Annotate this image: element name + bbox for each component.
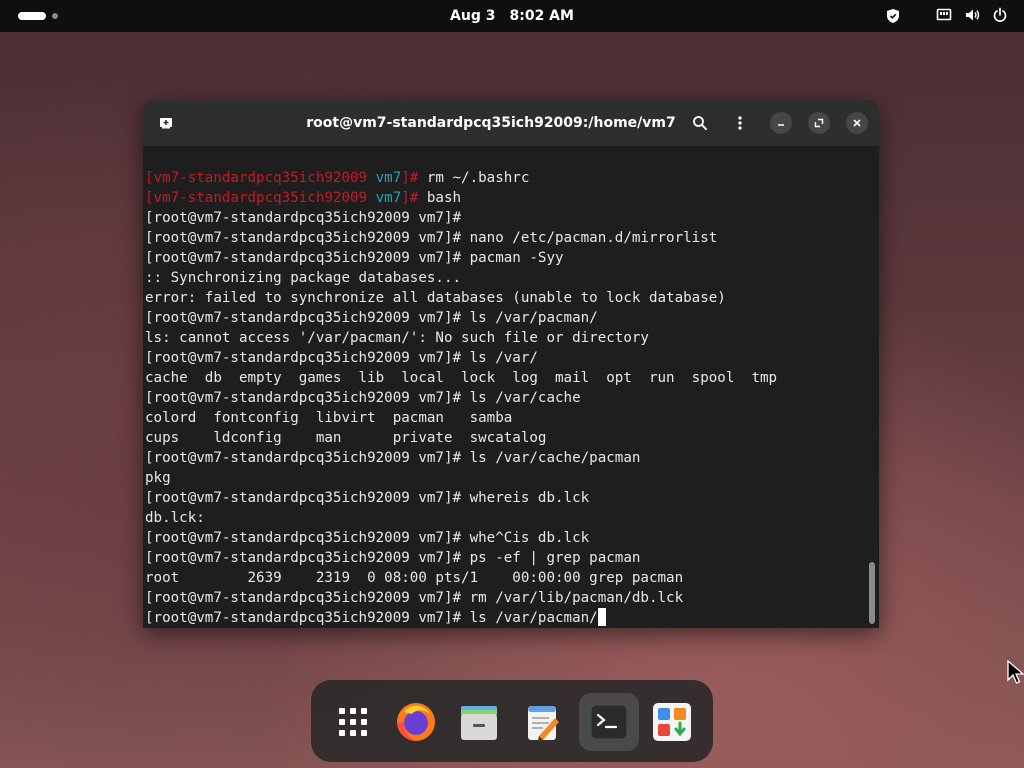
terminal-line-text: cups ldconfig man private swcatalog <box>145 430 547 446</box>
terminal-output[interactable]: [vm7-standardpcq35ich92009 vm7]# rm ~/.b… <box>145 168 867 628</box>
terminal-icon <box>590 704 628 740</box>
terminal-line-text: :: Synchronizing package databases... <box>145 270 462 286</box>
terminal-line: [vm7-standardpcq35ich92009 vm7]# bash <box>145 188 867 208</box>
terminal-line-text: error: failed to synchronize all databas… <box>145 290 726 306</box>
terminal-line-text: [root@vm7-standardpcq35ich92009 vm7]# ls… <box>145 390 581 406</box>
clock: Aug 3 8:02 AM <box>0 0 1024 32</box>
terminal-line-text: rm ~/.bashrc <box>426 170 530 186</box>
terminal-line-text: [root@vm7-standardpcq35ich92009 vm7]# wh… <box>145 530 590 546</box>
terminal-line: cache db empty games lib local lock log … <box>145 368 867 388</box>
terminal-line: [root@vm7-standardpcq35ich92009 vm7]# wh… <box>145 488 867 508</box>
search-icon[interactable] <box>688 111 712 135</box>
power-icon[interactable] <box>992 7 1008 23</box>
dock-files[interactable] <box>449 693 509 751</box>
close-button[interactable] <box>846 112 868 134</box>
terminal-line: error: failed to synchronize all databas… <box>145 288 867 308</box>
terminal-line: [vm7-standardpcq35ich92009 vm7]# rm ~/.b… <box>145 168 867 188</box>
dock-terminal[interactable] <box>579 693 639 751</box>
terminal-line-text: [root@vm7-standardpcq35ich92009 vm7]# ps… <box>145 550 641 566</box>
terminal-line: [root@vm7-standardpcq35ich92009 vm7]# ls… <box>145 448 867 468</box>
terminal-line: [root@vm7-standardpcq35ich92009 vm7]# ps… <box>145 548 867 568</box>
clock-date[interactable]: Aug 3 <box>450 8 495 24</box>
dock-app-grid[interactable] <box>323 693 383 751</box>
app-grid-icon <box>339 708 367 736</box>
terminal-line: root 2639 2319 0 08:00 pts/1 00:00:00 gr… <box>145 568 867 588</box>
terminal-line-text: [root@vm7-standardpcq35ich92009 vm7]# wh… <box>145 490 590 506</box>
terminal-line-text: pkg <box>145 470 171 486</box>
files-icon <box>461 706 497 740</box>
terminal-line-text: [root@vm7-standardpcq35ich92009 vm7]# rm… <box>145 590 684 606</box>
terminal-line-text: ls: cannot access '/var/pacman/': No suc… <box>145 330 649 346</box>
prompt-end: ]# <box>401 170 427 186</box>
terminal-window[interactable]: root@vm7-standardpcq35ich92009:/home/vm7 <box>143 100 879 628</box>
prompt-host: [vm7-standardpcq35ich92009 <box>145 190 376 206</box>
restore-button[interactable] <box>808 112 830 134</box>
terminal-line-text: cache db empty games lib local lock log … <box>145 370 778 386</box>
terminal-line: :: Synchronizing package databases... <box>145 268 867 288</box>
terminal-line: [root@vm7-standardpcq35ich92009 vm7]# ls… <box>145 308 867 328</box>
terminal-line: colord fontconfig libvirt pacman samba <box>145 408 867 428</box>
minimize-icon <box>778 124 784 126</box>
prompt-host: [vm7-standardpcq35ich92009 <box>145 170 376 186</box>
activities-button[interactable] <box>18 12 58 20</box>
terminal-line-text: [root@vm7-standardpcq35ich92009 vm7]# na… <box>145 230 718 246</box>
close-icon <box>853 119 861 127</box>
mouse-pointer-icon <box>1007 660 1024 684</box>
terminal-scrollbar[interactable] <box>869 562 875 624</box>
firefox-icon <box>397 703 435 742</box>
dock-firefox[interactable] <box>386 693 446 751</box>
terminal-line: db.lck: <box>145 508 867 528</box>
security-shield-icon[interactable] <box>885 8 901 24</box>
terminal-line: pkg <box>145 468 867 488</box>
terminal-line-text: colord fontconfig libvirt pacman samba <box>145 410 513 426</box>
text-cursor <box>597 608 606 626</box>
prompt-end: ]# <box>401 190 427 206</box>
dock-text-editor[interactable] <box>513 693 573 751</box>
terminal-line: [root@vm7-standardpcq35ich92009 vm7]# rm… <box>145 588 867 608</box>
window-headerbar[interactable]: root@vm7-standardpcq35ich92009:/home/vm7 <box>143 100 879 147</box>
terminal-line-text: [root@vm7-standardpcq35ich92009 vm7]# pa… <box>145 250 564 266</box>
window-title: root@vm7-standardpcq35ich92009:/home/vm7 <box>306 115 676 131</box>
restore-icon <box>814 118 824 128</box>
terminal-line-text: db.lck: <box>145 510 205 526</box>
system-tray[interactable] <box>936 7 1008 23</box>
terminal-line-text: [root@vm7-standardpcq35ich92009 vm7]# ls… <box>145 350 538 366</box>
terminal-line: [root@vm7-standardpcq35ich92009 vm7]# wh… <box>145 528 867 548</box>
menu-kebab-icon[interactable] <box>728 111 752 135</box>
network-wired-icon[interactable] <box>936 7 952 23</box>
workspace-active-indicator <box>18 12 46 20</box>
terminal-line: cups ldconfig man private swcatalog <box>145 428 867 448</box>
terminal-line-text: [root@vm7-standardpcq35ich92009 vm7]# ls… <box>145 310 598 326</box>
text-editor-icon <box>528 706 559 741</box>
terminal-line: [root@vm7-standardpcq35ich92009 vm7]# <box>145 208 867 228</box>
terminal-line: [root@vm7-standardpcq35ich92009 vm7]# pa… <box>145 248 867 268</box>
software-icon <box>653 703 691 741</box>
top-bar: Aug 3 8:02 AM <box>0 0 1024 32</box>
terminal-line: [root@vm7-standardpcq35ich92009 vm7]# ls… <box>145 608 867 628</box>
prompt-dir: vm7 <box>375 190 402 206</box>
dock-software[interactable] <box>642 693 702 751</box>
dock <box>311 680 713 762</box>
terminal-line-text: root 2639 2319 0 08:00 pts/1 00:00:00 gr… <box>145 570 684 586</box>
minimize-button[interactable] <box>770 112 792 134</box>
terminal-line: [root@vm7-standardpcq35ich92009 vm7]# ls… <box>145 348 867 368</box>
new-tab-icon[interactable] <box>154 111 178 135</box>
terminal-line: [root@vm7-standardpcq35ich92009 vm7]# na… <box>145 228 867 248</box>
terminal-line-text: [root@vm7-standardpcq35ich92009 vm7]# ls… <box>145 610 598 626</box>
workspace-indicator <box>52 13 58 19</box>
clock-time[interactable]: 8:02 AM <box>509 8 573 24</box>
prompt-dir: vm7 <box>375 170 402 186</box>
volume-icon[interactable] <box>964 7 980 23</box>
terminal-line: [root@vm7-standardpcq35ich92009 vm7]# ls… <box>145 388 867 408</box>
terminal-line-text: [root@vm7-standardpcq35ich92009 vm7]# ls… <box>145 450 641 466</box>
terminal-line: ls: cannot access '/var/pacman/': No suc… <box>145 328 867 348</box>
terminal-line-text: bash <box>426 190 462 206</box>
terminal-line-text: [root@vm7-standardpcq35ich92009 vm7]# <box>145 210 462 226</box>
